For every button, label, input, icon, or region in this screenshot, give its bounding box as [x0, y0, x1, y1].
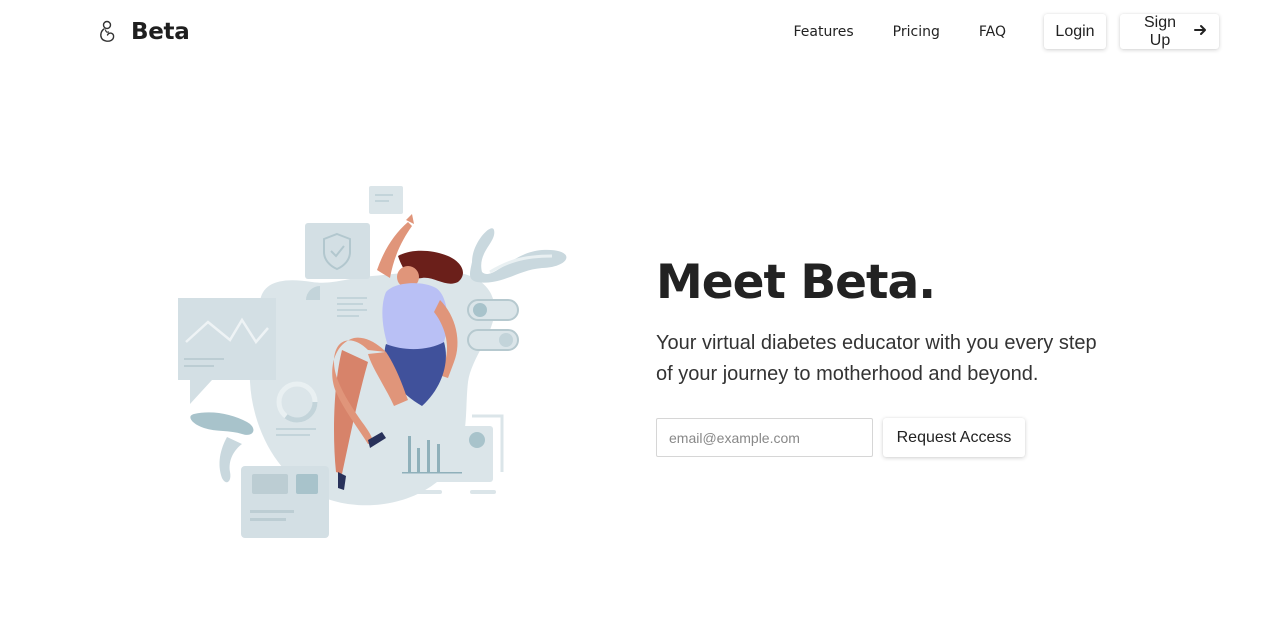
nav-link-features[interactable]: Features — [793, 24, 853, 40]
hero-title: Meet Beta. — [656, 255, 936, 310]
sign-up-button[interactable]: Sign Up — [1120, 14, 1219, 49]
sign-up-button-label: Sign Up — [1143, 13, 1177, 49]
email-input[interactable] — [656, 418, 873, 457]
brand-name: Beta — [131, 19, 190, 45]
request-access-button[interactable]: Request Access — [883, 418, 1025, 457]
nav-link-pricing[interactable]: Pricing — [893, 24, 940, 40]
hero-subtitle: Your virtual diabetes educator with you … — [656, 332, 1097, 385]
request-access-form: Request Access — [656, 418, 1126, 457]
brand-logo-link[interactable]: Beta — [97, 17, 190, 47]
login-button[interactable]: Login — [1044, 14, 1106, 49]
nav-link-faq[interactable]: FAQ — [979, 24, 1006, 40]
arrow-right-icon — [1194, 23, 1207, 40]
request-access-button-label: Request Access — [896, 428, 1012, 446]
login-button-label: Login — [1055, 22, 1095, 40]
hero-section: Meet Beta. Your virtual diabetes educato… — [656, 252, 1126, 457]
pregnant-woman-icon — [97, 20, 119, 44]
header: Beta Features Pricing FAQ Login Sign Up — [0, 0, 1280, 64]
hero-illustration — [172, 182, 576, 544]
landing-page: Beta Features Pricing FAQ Login Sign Up — [0, 0, 1280, 639]
top-nav: Features Pricing FAQ Login Sign Up — [793, 14, 1219, 49]
